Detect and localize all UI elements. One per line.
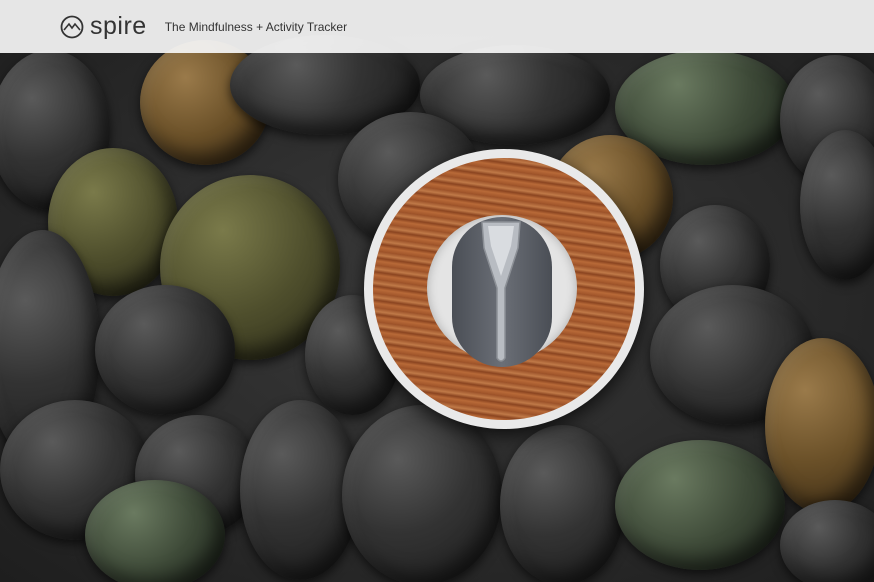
metal-clip <box>481 221 521 362</box>
hero-image <box>0 0 874 582</box>
stone <box>500 425 625 582</box>
stone <box>342 405 502 582</box>
stone <box>95 285 235 415</box>
spire-device <box>364 149 644 429</box>
stone <box>85 480 225 582</box>
top-navigation-bar: spire The Mindfulness + Activity Tracker <box>0 0 874 53</box>
brand-name: spire <box>90 12 147 40</box>
spire-logo-icon <box>60 15 84 38</box>
tagline: The Mindfulness + Activity Tracker <box>164 19 348 34</box>
brand-logo[interactable]: spire <box>60 12 147 41</box>
stone <box>780 500 874 582</box>
stone <box>615 440 785 570</box>
